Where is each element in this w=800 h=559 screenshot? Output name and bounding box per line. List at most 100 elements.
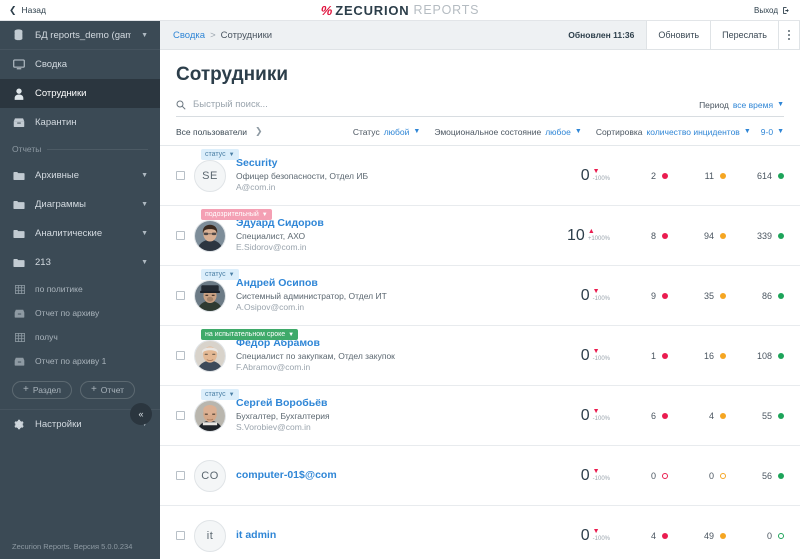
breadcrumb-root-link[interactable]: Сводка [173, 30, 205, 41]
chevron-down-icon: ▼ [228, 391, 235, 398]
period-label: Период [699, 99, 729, 110]
period-value[interactable]: все время [733, 100, 773, 110]
sort-filter[interactable]: Сортировка количество инцидентов ▼ 9-0 ▼ [596, 127, 784, 137]
top-bar: ❮ Назад % ZECURION REPORTS Выход [0, 0, 800, 21]
incident-delta: ▼ -100% [593, 408, 610, 421]
logout-label: Выход [754, 5, 778, 15]
status-badge[interactable]: статус ▼ [201, 149, 239, 161]
kebab-menu-icon [788, 30, 790, 40]
status-badge[interactable]: на испытательном сроке ▼ [201, 329, 299, 341]
plus-icon: + [90, 384, 97, 395]
metric-orange-cell: 49 [668, 531, 726, 541]
sidebar-reports-separator: Отчеты [0, 137, 160, 161]
employee-email: A.Osipov@com.in [236, 302, 305, 313]
refresh-button[interactable]: Обновить [646, 21, 711, 49]
search-box: Период все время ▼ [176, 98, 784, 117]
metric-green-value: 339 [756, 230, 772, 241]
sidebar-report-poluch[interactable]: получ [0, 325, 160, 349]
table-row[interactable]: статус ▼ SE Security Офицер безопасности, От… [160, 146, 800, 206]
chevron-down-icon: ▼ [743, 128, 751, 135]
row-checkbox[interactable] [176, 291, 185, 300]
application-window: ❮ Назад % ZECURION REPORTS Выход БД repo… [0, 0, 800, 559]
incident-delta: ▼ -100% [593, 528, 610, 541]
sort-filter-value[interactable]: количество инцидентов [646, 127, 739, 137]
sidebar-item-svodka[interactable]: Сводка [0, 50, 160, 79]
row-checkbox[interactable] [176, 411, 185, 420]
divider-line [47, 148, 148, 150]
sidebar-item-sotrudniki[interactable]: Сотрудники [0, 79, 160, 108]
employee-name-link[interactable]: Сергей Воробьёв [236, 397, 514, 410]
row-checkbox[interactable] [176, 351, 185, 360]
sort-filter-label: Сортировка [595, 126, 643, 137]
back-button[interactable]: ❮ Назад [9, 5, 46, 15]
sidebar-report-otchet-po-arhivu[interactable]: Отчет по архиву [0, 301, 160, 325]
employee-email: F.Abramov@com.in [236, 362, 311, 373]
employee-name-link[interactable]: Security [236, 157, 514, 170]
sidebar-folder-analiticheskie[interactable]: Аналитические ▼ [0, 219, 160, 248]
incident-count-cell: 0 ▼ -100% [514, 527, 610, 544]
row-checkbox[interactable] [176, 531, 185, 540]
avatar [194, 279, 226, 312]
employee-name-link[interactable]: Эдуард Сидоров [236, 217, 514, 230]
metric-red-cell: 8 [610, 231, 668, 241]
status-badge[interactable]: статус ▼ [201, 269, 239, 281]
metric-orange-cell: 4 [668, 411, 726, 421]
status-badge[interactable]: статус ▼ [201, 389, 239, 401]
more-options-button[interactable] [778, 21, 800, 49]
table-row[interactable]: it it admin 0 ▼ -100% 4 49 0 [160, 506, 800, 559]
row-checkbox[interactable] [176, 471, 185, 480]
sidebar-item-karantin[interactable]: Карантин [0, 108, 160, 137]
metric-orange-cell: 94 [668, 231, 726, 241]
table-row[interactable]: статус ▼ Андрей Осипов Системный администра… [160, 266, 800, 326]
add-section-button[interactable]: + Раздел [12, 381, 72, 399]
avatar [194, 339, 226, 372]
employee-name-link[interactable]: computer-01$@com [236, 469, 514, 482]
metric-green-value: 56 [761, 470, 772, 481]
sidebar-folder-213[interactable]: 213 ▼ [0, 248, 160, 277]
row-checkbox[interactable] [176, 171, 185, 180]
period-filter[interactable]: Период все время ▼ [687, 100, 784, 110]
table-row[interactable]: статус ▼ Сергей Воробьёв Бухгалтер, Бухгалт… [160, 386, 800, 446]
search-input[interactable] [193, 98, 681, 111]
breadcrumb-current: Сотрудники [220, 29, 273, 41]
all-users-filter[interactable]: Все пользователи ❯ [176, 126, 263, 137]
table-row[interactable]: CO computer-01$@com 0 ▼ -100% 0 0 56 [160, 446, 800, 506]
employee-info: it admin [236, 529, 514, 542]
status-badge[interactable]: подозрительный ▼ [201, 209, 272, 221]
employee-email: S.Vorobiev@com.in [236, 422, 311, 433]
add-report-button[interactable]: + Отчет [79, 381, 136, 399]
employee-name-link[interactable]: it admin [236, 529, 514, 542]
delta-percent: -100% [592, 295, 610, 302]
delta-percent: -100% [592, 475, 610, 482]
emotion-filter-value[interactable]: любое [545, 127, 571, 137]
folder-icon [12, 258, 25, 268]
logout-button[interactable]: Выход [754, 6, 791, 15]
sidebar-version: Zecurion Reports. Версия 5.0.0.234 [12, 542, 133, 551]
metric-green-value: 0 [766, 530, 772, 541]
employee-email: A@com.in [236, 182, 276, 193]
employee-name-link[interactable]: Андрей Осипов [236, 277, 514, 290]
emotion-filter[interactable]: Эмоциональное состояние любое ▼ [434, 127, 581, 137]
sidebar-database-selector[interactable]: БД reports_demo (gamm ▼ [0, 21, 160, 50]
sidebar-folder-arhivnye[interactable]: Архивные ▼ [0, 161, 160, 190]
forward-button[interactable]: Переслать [710, 21, 778, 49]
sidebar-folder-diagrammy[interactable]: Диаграммы ▼ [0, 190, 160, 219]
sidebar-report-otchet-po-arhivu-1[interactable]: Отчет по архиву 1 [0, 349, 160, 373]
status-filter-value[interactable]: любой [384, 127, 410, 137]
collapse-sidebar-button[interactable]: « [130, 403, 152, 425]
metric-red-value: 6 [650, 410, 656, 421]
folder-icon [12, 200, 25, 210]
table-row[interactable]: на испытательном сроке ▼ Фёдор Абрамов Спец… [160, 326, 800, 386]
row-checkbox[interactable] [176, 231, 185, 240]
sidebar-folder-label: Диаграммы [35, 199, 86, 210]
emotion-filter-label: Эмоциональное состояние [434, 126, 542, 137]
search-icon [176, 99, 186, 110]
sidebar-report-po-politike[interactable]: по политике [0, 277, 160, 301]
status-filter[interactable]: Статус любой ▼ [353, 127, 421, 137]
employee-list[interactable]: статус ▼ SE Security Офицер безопасности, От… [160, 146, 800, 559]
table-row[interactable]: подозрительный ▼ Эдуард Сидоров Специалист,… [160, 206, 800, 266]
monitor-icon [12, 59, 25, 70]
incident-count-cell: 0 ▼ -100% [514, 407, 610, 424]
sort-order-value[interactable]: 9-0 [761, 127, 773, 137]
